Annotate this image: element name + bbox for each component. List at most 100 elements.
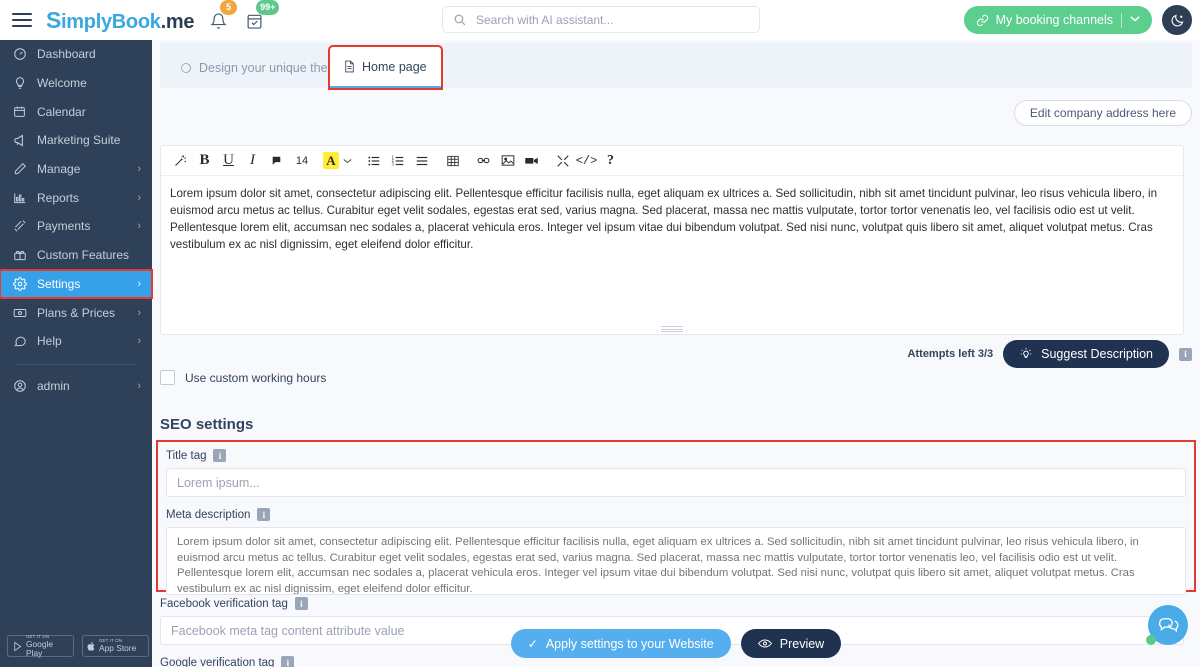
suggest-info-icon[interactable]: i	[1179, 347, 1192, 361]
sidebar-item-custom-features[interactable]: Custom Features	[0, 241, 152, 270]
use-custom-working-hours-checkbox[interactable]	[160, 370, 175, 385]
insert-link-button[interactable]	[472, 149, 495, 172]
clear-format-button[interactable]	[265, 149, 288, 172]
sidebar-item-plans-prices[interactable]: Plans & Prices ›	[0, 298, 152, 327]
sidebar-item-manage[interactable]: Manage ›	[0, 155, 152, 184]
sidebar-item-calendar[interactable]: Calendar	[0, 97, 152, 126]
sidebar-item-label: Manage	[37, 162, 81, 177]
bar-chart-icon	[13, 191, 35, 205]
lightbulb-icon	[1019, 347, 1033, 361]
chevron-right-icon: ›	[137, 306, 141, 319]
bold-button[interactable]: B	[193, 149, 216, 172]
notifications-button[interactable]: 5	[210, 0, 238, 32]
help-button[interactable]: ?	[599, 149, 622, 172]
speedometer-icon	[13, 47, 35, 61]
title-tag-input[interactable]	[166, 468, 1186, 497]
gear-icon	[13, 276, 35, 291]
badge-store-name: App Store	[99, 643, 137, 654]
font-size-button[interactable]: 14	[289, 149, 315, 172]
app-store-badges: GET IT ON Google Play GET IT ON App Stor…	[7, 634, 149, 658]
chat-bubble-icon	[13, 334, 35, 348]
insert-video-button[interactable]	[520, 149, 543, 172]
underline-button[interactable]: U	[217, 149, 240, 172]
editor-toolbar: B U I 14 A 123 </> ?	[161, 146, 1183, 176]
check-icon: ✓	[527, 636, 538, 651]
facebook-tag-label-row: Facebook verification tag i	[160, 597, 1184, 610]
title-tag-info-icon[interactable]: i	[213, 449, 227, 462]
meta-description-label: Meta description	[166, 508, 251, 521]
chat-online-indicator	[1146, 635, 1156, 645]
document-icon	[344, 60, 355, 73]
sidebar-item-help[interactable]: Help ›	[0, 327, 152, 356]
chevron-right-icon: ›	[137, 191, 141, 204]
chevron-right-icon: ›	[137, 379, 141, 392]
text-color-dropdown[interactable]	[340, 149, 354, 172]
chevron-right-icon: ›	[137, 277, 141, 290]
sidebar-item-label: Reports	[37, 190, 80, 205]
calendar-icon	[13, 105, 35, 118]
search-bar[interactable]	[442, 6, 760, 33]
edit-company-address-button[interactable]: Edit company address here	[1013, 100, 1192, 126]
google-play-badge[interactable]: GET IT ON Google Play	[7, 634, 74, 658]
google-tag-info-icon[interactable]: i	[281, 656, 295, 667]
sidebar-item-label: Marketing Suite	[37, 133, 121, 148]
bullet-list-button[interactable]	[362, 149, 385, 172]
menu-toggle-icon[interactable]	[12, 13, 32, 27]
editor-resize-handle[interactable]	[661, 326, 683, 332]
align-button[interactable]	[410, 149, 433, 172]
preview-button[interactable]: Preview	[740, 629, 842, 658]
sidebar-item-label: Dashboard	[37, 47, 96, 62]
my-booking-channels-button[interactable]: My booking channels	[963, 6, 1152, 34]
facebook-tag-info-icon[interactable]: i	[294, 597, 308, 610]
sidebar: Dashboard Welcome Calendar Marketing Sui…	[0, 40, 153, 667]
source-code-button[interactable]: </>	[575, 149, 598, 172]
sidebar-item-payments[interactable]: Payments ›	[0, 212, 152, 241]
edit-company-address-label: Edit company address here	[1029, 106, 1176, 120]
editor-content[interactable]: Lorem ipsum dolor sit amet, consectetur …	[161, 176, 1183, 316]
insert-table-button[interactable]	[441, 149, 464, 172]
logo-s: S	[46, 6, 62, 33]
fullscreen-button[interactable]	[551, 149, 574, 172]
google-play-icon	[12, 641, 23, 652]
gift-icon	[13, 248, 35, 262]
sidebar-item-marketing-suite[interactable]: Marketing Suite	[0, 126, 152, 155]
tab-label: Home page	[362, 59, 427, 74]
use-custom-working-hours-row: Use custom working hours	[160, 370, 326, 385]
meta-description-info-icon[interactable]: i	[257, 508, 271, 521]
sidebar-item-dashboard[interactable]: Dashboard	[0, 40, 152, 69]
meta-description-textarea[interactable]	[166, 527, 1186, 595]
apply-settings-button[interactable]: ✓ Apply settings to your Website	[510, 629, 731, 658]
app-store-badge[interactable]: GET IT ON App Store	[82, 635, 149, 657]
app-logo[interactable]: SimplyBook.me	[46, 7, 194, 34]
sidebar-item-label: Plans & Prices	[37, 305, 116, 320]
suggest-description-row: Attempts left 3/3 Suggest Description i	[908, 340, 1192, 368]
logo-suffix: .me	[160, 10, 195, 33]
sidebar-item-reports[interactable]: Reports ›	[0, 183, 152, 212]
rich-text-editor: B U I 14 A 123 </> ? Lorem ipsum dolor s…	[160, 145, 1184, 335]
preview-label: Preview	[779, 636, 825, 651]
title-tag-label: Title tag	[166, 449, 207, 462]
sidebar-item-label: Calendar	[37, 104, 86, 119]
main-content: Design your unique theme Home page Edit …	[152, 40, 1200, 667]
sidebar-item-settings[interactable]: Settings ›	[0, 268, 153, 300]
sidebar-item-account[interactable]: admin ›	[0, 372, 152, 401]
italic-button[interactable]: I	[241, 149, 264, 172]
banknotes-icon	[13, 219, 35, 233]
button-divider	[1121, 12, 1122, 28]
suggest-description-button[interactable]: Suggest Description	[1003, 340, 1169, 368]
text-color-button[interactable]: A	[323, 152, 339, 169]
insert-image-button[interactable]	[496, 149, 519, 172]
search-input[interactable]	[474, 11, 749, 28]
sidebar-account-label: admin	[37, 378, 70, 393]
chevron-down-icon[interactable]	[1130, 15, 1140, 26]
dark-mode-toggle[interactable]	[1162, 5, 1192, 35]
tab-home-page[interactable]: Home page	[328, 45, 443, 90]
tasks-button[interactable]: 99+	[246, 0, 280, 32]
chat-bubbles-icon	[1157, 615, 1179, 635]
sidebar-item-welcome[interactable]: Welcome	[0, 69, 152, 98]
magic-wand-button[interactable]	[169, 149, 192, 172]
title-tag-label-row: Title tag i	[166, 449, 1186, 462]
badge-store-name: Google Play	[26, 639, 54, 658]
megaphone-icon	[13, 133, 35, 148]
numbered-list-button[interactable]: 123	[386, 149, 409, 172]
